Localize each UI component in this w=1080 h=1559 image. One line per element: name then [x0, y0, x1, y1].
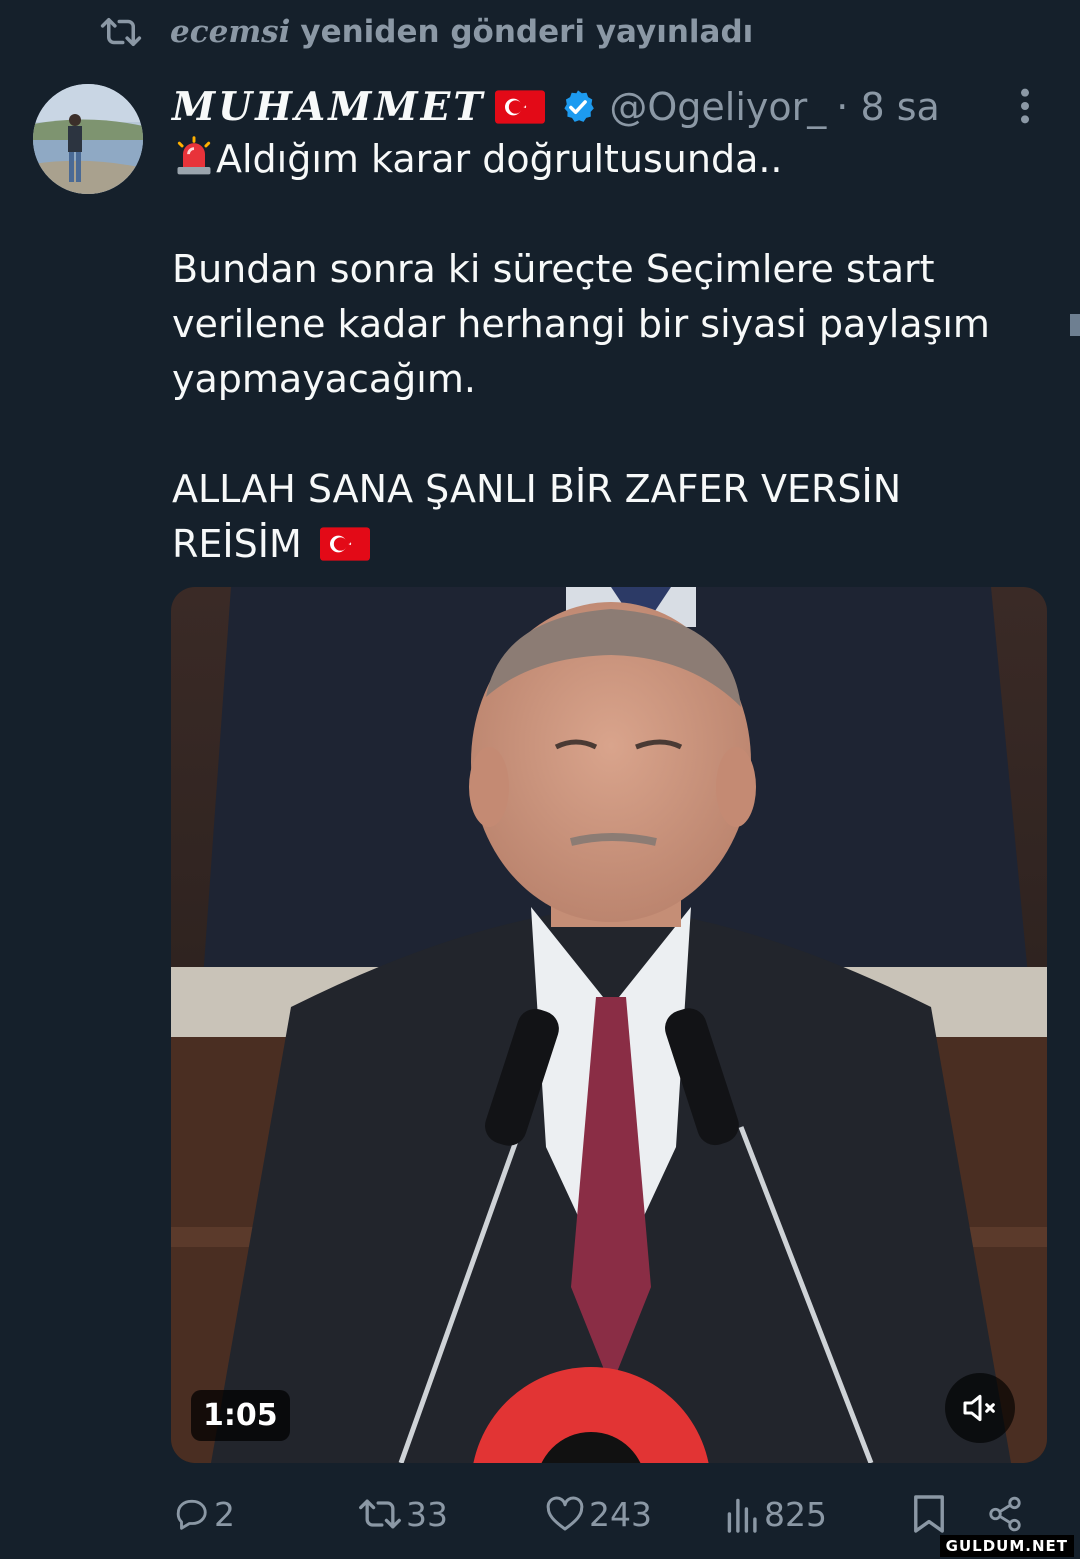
watermark: GULDUM.NET [939, 1535, 1074, 1557]
verified-badge-icon [559, 88, 597, 126]
reply-button[interactable]: 2 [172, 1488, 235, 1540]
video-player[interactable]: 1:05 [171, 587, 1047, 1463]
views-icon [727, 1498, 757, 1533]
repost-count: 33 [406, 1494, 448, 1534]
reposter-name[interactable]: ecemsi [170, 14, 290, 50]
reply-count: 2 [214, 1494, 235, 1534]
share-icon [989, 1496, 1021, 1532]
mute-button[interactable] [945, 1373, 1015, 1443]
video-duration: 1:05 [191, 1390, 290, 1441]
like-count: 243 [589, 1494, 652, 1534]
share-button[interactable] [986, 1488, 1024, 1540]
author-handle[interactable]: @Ogeliyor_ [609, 85, 826, 129]
views-button[interactable]: 825 [726, 1488, 827, 1540]
repost-header[interactable]: ecemsi yeniden gönderi yayınladı [100, 10, 753, 54]
tweet-line-1-text: Aldığım karar doğrultusunda.. [216, 137, 783, 181]
display-name[interactable]: MUHAMMET [172, 84, 485, 130]
repost-icon [100, 18, 142, 46]
turkey-flag [319, 527, 370, 561]
tweet-paragraph-3-text: ALLAH SANA ŞANLI BİR ZAFER VERSİN REİSİM [172, 467, 902, 566]
more-options-icon[interactable] [1012, 86, 1038, 126]
bookmark-button[interactable] [912, 1488, 946, 1540]
repost-button[interactable]: 33 [358, 1488, 448, 1540]
tweet-paragraph-2: Bundan sonra ki süreçte Seçimlere start … [172, 247, 990, 401]
bookmark-icon [914, 1495, 944, 1533]
like-button[interactable]: 243 [545, 1488, 652, 1540]
video-frame [171, 587, 1047, 1463]
tweet-line-1: Aldığım karar doğrultusunda.. [172, 132, 1032, 187]
repost-label: yeniden gönderi yayınladı [300, 14, 754, 50]
mute-icon [963, 1394, 995, 1422]
action-bar: 2 33 243 825 [172, 1488, 1032, 1540]
like-icon [546, 1496, 584, 1531]
tweet-paragraph-3: ALLAH SANA ŞANLI BİR ZAFER VERSİN REİSİM [172, 462, 1032, 572]
avatar[interactable] [33, 84, 143, 194]
timestamp[interactable]: · 8 sa [836, 85, 940, 129]
repost-icon [359, 1499, 401, 1529]
tweet-header: MUHAMMET @Ogeliyor_ · 8 sa [172, 82, 940, 132]
siren-emoji [177, 136, 211, 175]
reply-icon [176, 1499, 207, 1530]
turkey-flag [495, 90, 546, 124]
tweet-text: Aldığım karar doğrultusunda.. Bundan son… [172, 132, 1032, 572]
view-count: 825 [764, 1494, 827, 1534]
scroll-indicator[interactable] [1070, 314, 1080, 336]
